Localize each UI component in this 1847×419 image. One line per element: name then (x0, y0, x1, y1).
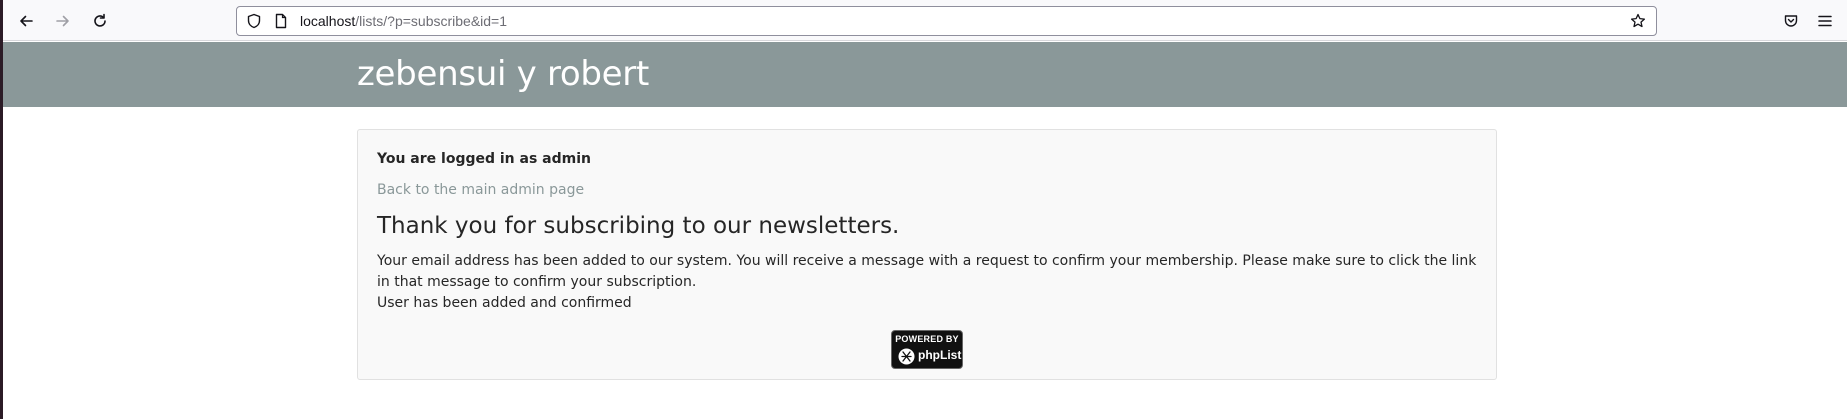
forward-arrow-icon (56, 15, 69, 27)
menu-button[interactable] (1810, 6, 1840, 36)
shield-icon[interactable] (246, 13, 262, 29)
site-header: zebensui y robert (3, 42, 1847, 107)
site-title: zebensui y robert (357, 54, 650, 94)
powered-by-label: POWERED BY (895, 334, 959, 344)
browser-toolbar: localhost/lists/?p=subscribe&id=1 (3, 0, 1847, 41)
phplist-logo-icon (898, 348, 915, 365)
message-text: Your email address has been added to our… (377, 253, 1477, 290)
pocket-icon (1784, 15, 1798, 27)
forward-button[interactable] (48, 6, 78, 36)
url-text[interactable]: localhost/lists/?p=subscribe&id=1 (300, 13, 507, 29)
url-host: localhost (300, 13, 356, 29)
content-panel: You are logged in as admin Back to the m… (357, 129, 1497, 380)
status-text: User has been added and confirmed (377, 295, 632, 311)
reload-icon (94, 13, 106, 27)
logged-in-status: You are logged in as admin (377, 151, 591, 167)
url-bar[interactable]: localhost/lists/?p=subscribe&id=1 (236, 6, 1657, 36)
url-path: /lists/?p=subscribe&id=1 (355, 13, 508, 29)
powered-by-phplist-badge[interactable]: POWERED BY phpList (891, 330, 963, 369)
phplist-brand: phpList (918, 348, 962, 362)
back-arrow-icon (20, 15, 33, 27)
back-button[interactable] (11, 6, 41, 36)
menu-icon (1818, 15, 1832, 27)
page-heading: Thank you for subscribing to our newslet… (377, 213, 900, 239)
reload-button[interactable] (85, 6, 115, 36)
confirmation-message: Your email address has been added to our… (377, 251, 1477, 314)
page-icon[interactable] (273, 13, 289, 29)
pocket-button[interactable] (1776, 6, 1806, 36)
star-icon[interactable] (1630, 13, 1646, 29)
back-to-admin-link[interactable]: Back to the main admin page (377, 182, 584, 198)
